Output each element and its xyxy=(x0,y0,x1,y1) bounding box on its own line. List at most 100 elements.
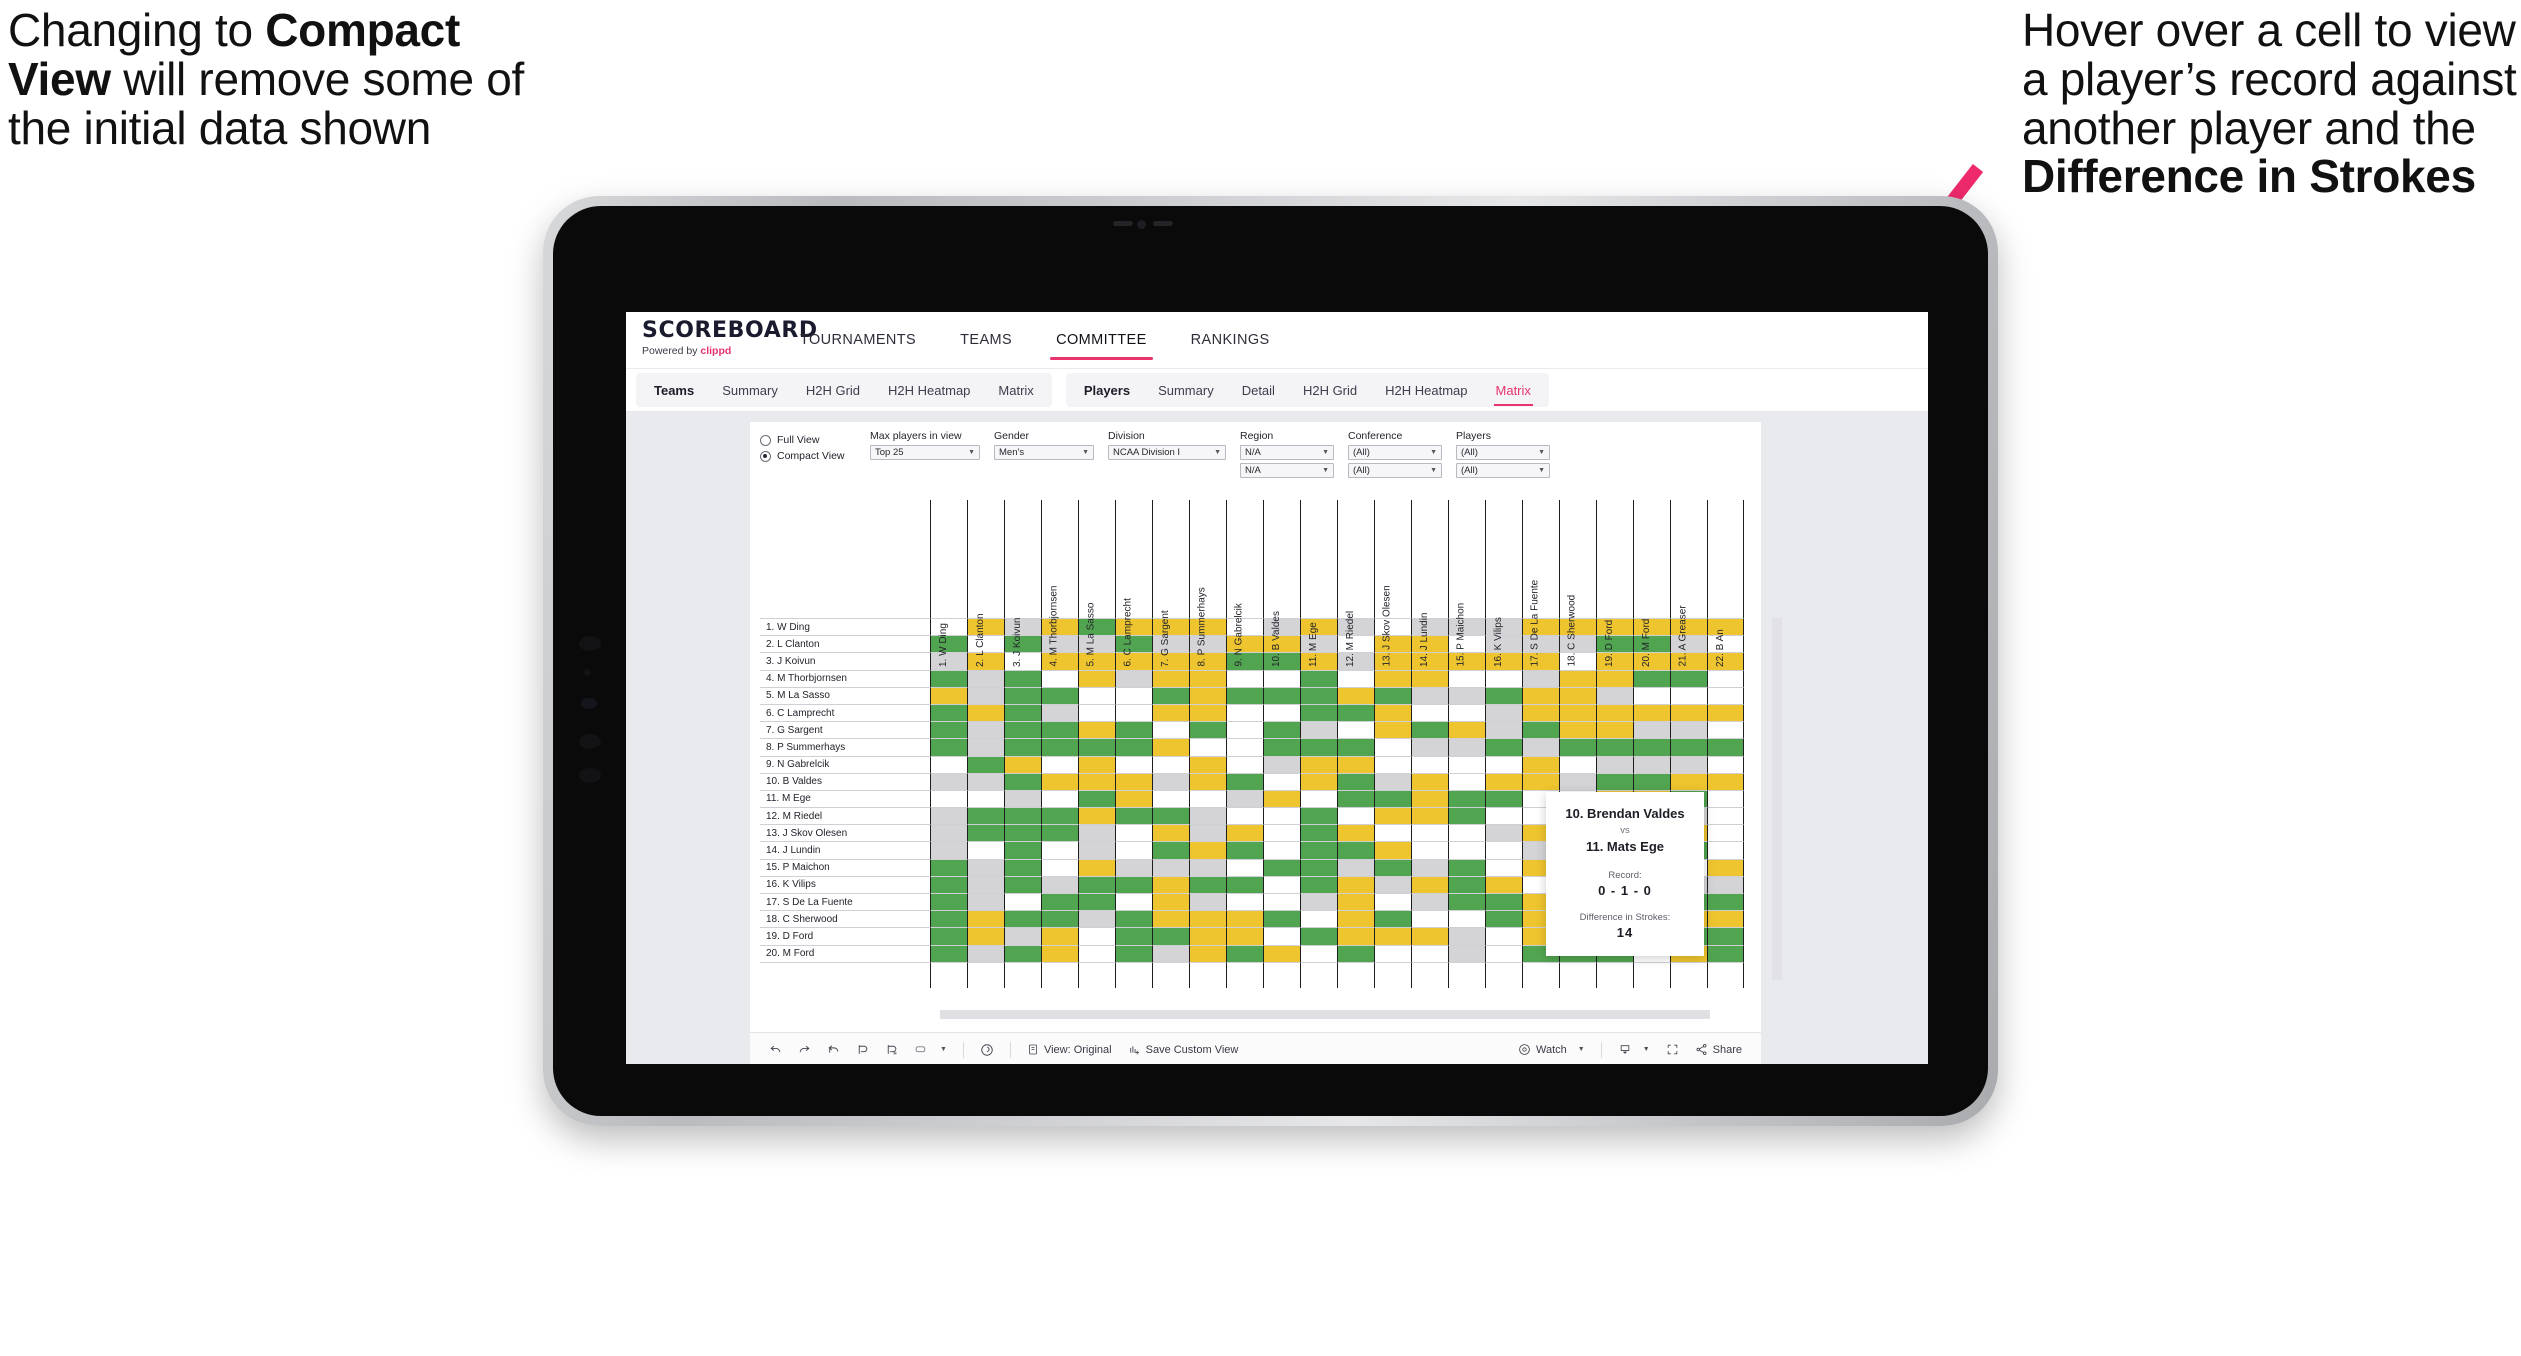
matrix-cell[interactable] xyxy=(1152,807,1189,825)
matrix-cell[interactable] xyxy=(1522,669,1559,687)
matrix-cell[interactable] xyxy=(1115,824,1152,842)
matrix-cell[interactable] xyxy=(1374,755,1411,773)
matrix-cell[interactable] xyxy=(1226,789,1263,808)
matrix-cell[interactable] xyxy=(967,669,1004,687)
matrix-cell[interactable] xyxy=(967,772,1004,790)
tab-players-summary[interactable]: Summary xyxy=(1144,373,1228,407)
matrix-cell[interactable] xyxy=(1670,669,1707,687)
matrix-cell[interactable] xyxy=(1633,721,1670,739)
matrix-cell[interactable] xyxy=(1300,858,1337,876)
matrix-cell[interactable] xyxy=(1078,686,1115,704)
matrix-cell[interactable] xyxy=(1041,686,1078,704)
matrix-cell[interactable] xyxy=(1596,738,1633,756)
matrix-cell[interactable] xyxy=(1448,927,1485,945)
matrix-cell[interactable] xyxy=(1633,703,1670,722)
matrix-cell[interactable] xyxy=(1263,669,1300,687)
matrix-cell[interactable] xyxy=(1004,738,1041,756)
matrix-cell[interactable] xyxy=(1374,824,1411,842)
matrix-cell[interactable] xyxy=(1226,841,1263,859)
matrix-cell[interactable] xyxy=(1374,858,1411,876)
matrix-cell[interactable] xyxy=(1485,703,1522,722)
matrix-cell[interactable] xyxy=(1226,686,1263,704)
filter-conference-select-2[interactable]: (All) ▼ xyxy=(1348,463,1442,478)
help-button[interactable] xyxy=(973,1039,1001,1061)
matrix-cell[interactable] xyxy=(1078,944,1115,962)
matrix-cell[interactable] xyxy=(1300,789,1337,808)
matrix-cell[interactable] xyxy=(967,875,1004,893)
matrix-cell[interactable] xyxy=(1115,944,1152,962)
matrix-cell[interactable] xyxy=(1559,755,1596,773)
matrix-cell[interactable] xyxy=(1485,772,1522,790)
matrix-cell[interactable] xyxy=(1448,686,1485,704)
matrix-cell[interactable] xyxy=(1485,721,1522,739)
watch-button[interactable]: Watch ▼ xyxy=(1511,1039,1592,1061)
matrix-cell[interactable] xyxy=(1411,669,1448,687)
matrix-cell[interactable] xyxy=(1485,944,1522,962)
matrix-cell[interactable] xyxy=(1300,738,1337,756)
pause-refresh-button[interactable] xyxy=(878,1039,905,1061)
matrix-cell[interactable] xyxy=(1448,807,1485,825)
matrix-cell[interactable] xyxy=(1004,807,1041,825)
refresh-button[interactable] xyxy=(849,1039,876,1061)
matrix-cell[interactable] xyxy=(1707,721,1744,739)
matrix-cell[interactable] xyxy=(1189,703,1226,722)
matrix-cell[interactable] xyxy=(1485,686,1522,704)
matrix-cell[interactable] xyxy=(1152,910,1189,928)
matrix-cell[interactable] xyxy=(1707,875,1744,893)
matrix-cell[interactable] xyxy=(967,755,1004,773)
matrix-cell[interactable] xyxy=(1115,789,1152,808)
nav-tournaments[interactable]: TOURNAMENTS xyxy=(778,312,938,368)
matrix-cell[interactable] xyxy=(1152,703,1189,722)
matrix-cell[interactable] xyxy=(1337,893,1374,911)
matrix-cell[interactable] xyxy=(1337,755,1374,773)
matrix-cell[interactable] xyxy=(1078,721,1115,739)
matrix-cell[interactable] xyxy=(930,944,967,962)
matrix-cell[interactable] xyxy=(1337,944,1374,962)
matrix-cell[interactable] xyxy=(1707,686,1744,704)
matrix-cell[interactable] xyxy=(1041,893,1078,911)
matrix-cell[interactable] xyxy=(1263,841,1300,859)
matrix-cell[interactable] xyxy=(1337,841,1374,859)
matrix-cell[interactable] xyxy=(1670,772,1707,790)
matrix-cell[interactable] xyxy=(1300,824,1337,842)
matrix-cell[interactable] xyxy=(1559,721,1596,739)
matrix-cell[interactable] xyxy=(1374,807,1411,825)
matrix-cell[interactable] xyxy=(1078,772,1115,790)
vertical-scrollbar[interactable] xyxy=(1772,618,1782,980)
matrix-cell[interactable] xyxy=(1411,927,1448,945)
matrix-cell[interactable] xyxy=(1300,772,1337,790)
matrix-cell[interactable] xyxy=(1411,824,1448,842)
matrix-cell[interactable] xyxy=(1004,893,1041,911)
matrix-cell[interactable] xyxy=(1115,703,1152,722)
matrix-cell[interactable] xyxy=(1337,875,1374,893)
matrix-cell[interactable] xyxy=(1337,910,1374,928)
filter-max-players-select[interactable]: Top 25 ▼ xyxy=(870,445,980,460)
matrix-cell[interactable] xyxy=(1485,824,1522,842)
matrix-cell[interactable] xyxy=(1041,910,1078,928)
matrix-cell[interactable] xyxy=(1374,738,1411,756)
matrix-cell[interactable] xyxy=(1374,789,1411,808)
matrix-cell[interactable] xyxy=(1300,927,1337,945)
matrix-cell[interactable] xyxy=(1041,824,1078,842)
matrix-cell[interactable] xyxy=(1152,686,1189,704)
matrix-cell[interactable] xyxy=(1300,910,1337,928)
matrix-cell[interactable] xyxy=(1152,824,1189,842)
matrix-cell[interactable] xyxy=(1522,721,1559,739)
download-button[interactable]: ▼ xyxy=(1611,1039,1657,1061)
matrix-cell[interactable] xyxy=(1448,910,1485,928)
matrix-cell[interactable] xyxy=(1189,824,1226,842)
matrix-cell[interactable] xyxy=(1226,772,1263,790)
matrix-cell[interactable] xyxy=(1300,721,1337,739)
matrix-cell[interactable] xyxy=(1448,721,1485,739)
matrix-cell[interactable] xyxy=(1596,721,1633,739)
matrix-cell[interactable] xyxy=(1411,893,1448,911)
matrix-cell[interactable] xyxy=(1078,789,1115,808)
matrix-cell[interactable] xyxy=(1448,841,1485,859)
matrix-cell[interactable] xyxy=(1041,807,1078,825)
matrix-cell[interactable] xyxy=(1226,944,1263,962)
matrix-cell[interactable] xyxy=(1078,841,1115,859)
tab-teams[interactable]: Teams xyxy=(640,373,708,407)
matrix-cell[interactable] xyxy=(1189,807,1226,825)
matrix-cell[interactable] xyxy=(1337,703,1374,722)
tab-players-h2h-grid[interactable]: H2H Grid xyxy=(1289,373,1371,407)
